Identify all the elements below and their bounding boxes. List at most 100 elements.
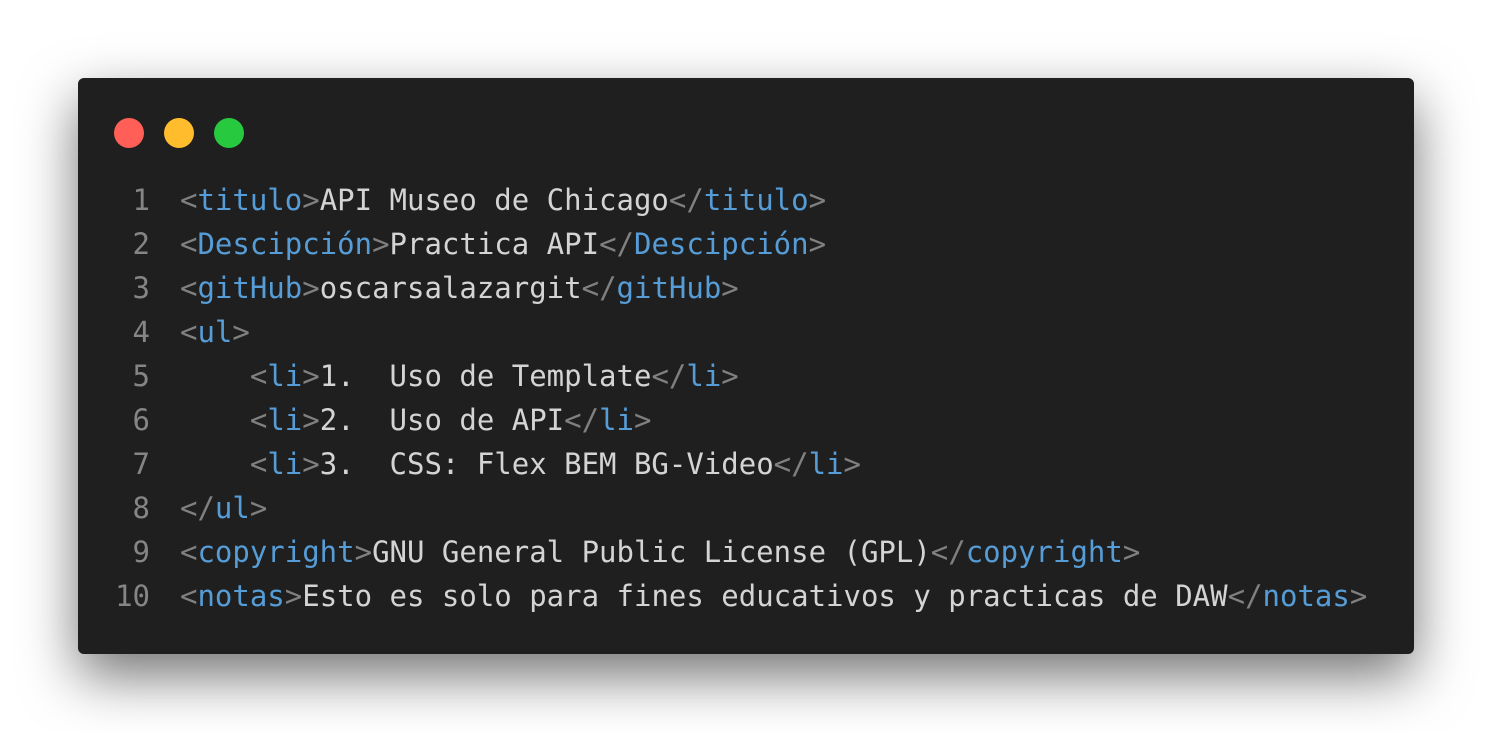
- tag-bracket: >: [302, 359, 320, 393]
- tag-bracket: </: [773, 447, 809, 481]
- line-number: 1: [132, 183, 150, 217]
- line-number: 8: [132, 491, 150, 525]
- line-number: 10: [115, 579, 150, 613]
- line-number: 5: [132, 359, 150, 393]
- code-line: 1 <titulo>API Museo de Chicago</titulo>: [78, 178, 1414, 222]
- open-tag-name: ul: [197, 315, 233, 349]
- line-content: <li>2. Uso de API</li>: [180, 398, 652, 442]
- tag-bracket: </: [1227, 579, 1263, 613]
- line-number: 9: [132, 535, 150, 569]
- element-text: Esto es solo para fines educativos y pra…: [302, 579, 1228, 613]
- tag-bracket: </: [668, 183, 704, 217]
- code-window: 1 <titulo>API Museo de Chicago</titulo> 2 <…: [78, 78, 1414, 654]
- open-tag-name: Descipción: [197, 227, 373, 261]
- line-number: 7: [132, 447, 150, 481]
- open-tag-name: copyright: [197, 535, 355, 569]
- code-line: 6 <li>2. Uso de API</li>: [78, 398, 1414, 442]
- tag-bracket: </: [581, 271, 617, 305]
- line-number: 3: [132, 271, 150, 305]
- tag-bracket: </: [180, 491, 215, 525]
- line-content: <titulo>API Museo de Chicago</titulo>: [180, 178, 826, 222]
- tag-bracket: </: [651, 359, 687, 393]
- line-content: </ul>: [180, 486, 267, 530]
- tag-bracket: <: [249, 447, 268, 481]
- element-text: API Museo de Chicago: [319, 183, 669, 217]
- tag-bracket: <: [180, 183, 198, 217]
- open-tag-name: li: [267, 403, 303, 437]
- line-content: <li>3. CSS: Flex BEM BG-Video</li>: [180, 442, 861, 486]
- line-content: <notas>Esto es solo para fines educativo…: [180, 574, 1367, 618]
- tag-bracket: >: [633, 403, 652, 437]
- line-content: <copyright>GNU General Public License (G…: [180, 530, 1140, 574]
- element-text: Practica API: [389, 227, 600, 261]
- tag-bracket: </: [930, 535, 966, 569]
- code-line: 3 <gitHub>oscarsalazargit</gitHub>: [78, 266, 1414, 310]
- line-number: 4: [132, 315, 150, 349]
- tag-bracket: </: [599, 227, 634, 261]
- tag-bracket: <: [180, 271, 198, 305]
- close-tag-name: ul: [214, 491, 250, 525]
- tag-bracket: <: [180, 315, 198, 349]
- open-tag-name: gitHub: [197, 271, 303, 305]
- close-tag-name: gitHub: [616, 271, 722, 305]
- tag-bracket: >: [232, 315, 250, 349]
- close-tag-name: copyright: [965, 535, 1123, 569]
- tag-bracket: >: [808, 183, 827, 217]
- screenshot-canvas: 1 <titulo>API Museo de Chicago</titulo> 2 <…: [0, 0, 1492, 732]
- tag-bracket: >: [354, 535, 373, 569]
- tag-bracket: <: [249, 403, 268, 437]
- tag-bracket: </: [564, 403, 600, 437]
- close-tag-name: titulo: [703, 183, 809, 217]
- code-line: 10 <notas>Esto es solo para fines educati…: [78, 574, 1414, 618]
- element-text: 1. Uso de Template: [319, 359, 652, 393]
- tag-bracket: >: [721, 271, 739, 305]
- close-tag-name: li: [599, 403, 634, 437]
- line-content: <li>1. Uso de Template</li>: [180, 354, 739, 398]
- tag-bracket: <: [180, 535, 198, 569]
- tag-bracket: >: [721, 359, 739, 393]
- maximize-dot-icon[interactable]: [214, 118, 244, 148]
- tag-bracket: >: [808, 227, 827, 261]
- minimize-dot-icon[interactable]: [164, 118, 194, 148]
- tag-bracket: <: [180, 579, 198, 613]
- element-text: 2. Uso de API: [319, 403, 565, 437]
- open-tag-name: titulo: [197, 183, 303, 217]
- element-text: oscarsalazargit: [319, 271, 582, 305]
- code-line: 2 <Descipción>Practica API</Descipción>: [78, 222, 1414, 266]
- line-number: 2: [132, 227, 150, 261]
- close-dot-icon[interactable]: [114, 118, 144, 148]
- tag-bracket: <: [249, 359, 268, 393]
- tag-bracket: >: [302, 183, 320, 217]
- tag-bracket: >: [1122, 535, 1141, 569]
- line-content: <Descipción>Practica API</Descipción>: [180, 222, 826, 266]
- tag-bracket: <: [180, 227, 198, 261]
- tag-bracket: >: [284, 579, 303, 613]
- open-tag-name: notas: [197, 579, 285, 613]
- close-tag-name: notas: [1262, 579, 1350, 613]
- close-tag-name: Descipción: [633, 227, 809, 261]
- code-line: 4 <ul>: [78, 310, 1414, 354]
- tag-bracket: >: [1349, 579, 1368, 613]
- element-text: 3. CSS: Flex BEM BG-Video: [319, 447, 774, 481]
- code-line: 7 <li>3. CSS: Flex BEM BG-Video</li>: [78, 442, 1414, 486]
- tag-bracket: >: [372, 227, 390, 261]
- tag-bracket: >: [249, 491, 268, 525]
- line-content: <ul>: [180, 310, 250, 354]
- close-tag-name: li: [808, 447, 844, 481]
- line-content: <gitHub>oscarsalazargit</gitHub>: [180, 266, 739, 310]
- tag-bracket: >: [843, 447, 861, 481]
- tag-bracket: >: [302, 447, 320, 481]
- code-block: 1 <titulo>API Museo de Chicago</titulo> 2 <…: [78, 178, 1414, 618]
- open-tag-name: li: [267, 447, 303, 481]
- tag-bracket: >: [302, 271, 320, 305]
- code-line: 5 <li>1. Uso de Template</li>: [78, 354, 1414, 398]
- code-line: 8 </ul>: [78, 486, 1414, 530]
- code-line: 9 <copyright>GNU General Public License (…: [78, 530, 1414, 574]
- close-tag-name: li: [686, 359, 722, 393]
- tag-bracket: >: [302, 403, 320, 437]
- element-text: GNU General Public License (GPL): [372, 535, 931, 569]
- line-number: 6: [132, 403, 150, 437]
